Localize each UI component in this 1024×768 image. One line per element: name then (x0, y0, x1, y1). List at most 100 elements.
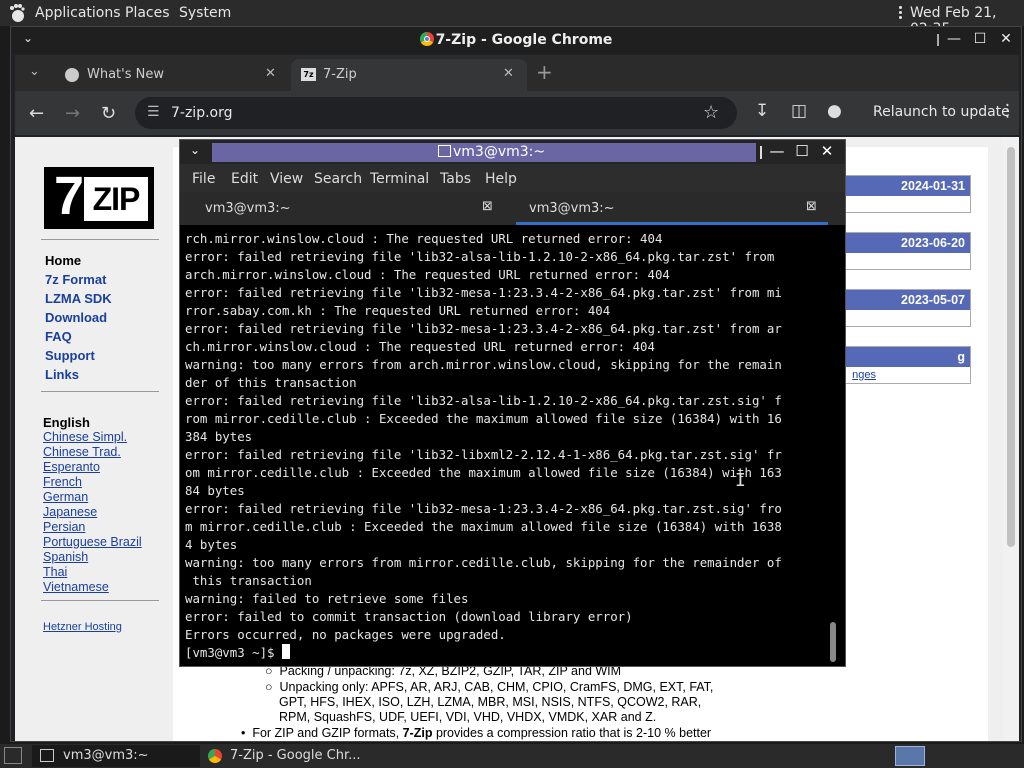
terminal-tab-strip: vm3@vm3:~ ⊠ vm3@vm3:~ ⊠ (180, 192, 845, 225)
terminal-line: der of this transaction (185, 375, 357, 390)
lang-persian[interactable]: Persian (43, 520, 85, 534)
nav-home[interactable]: Home (45, 253, 81, 268)
bullet-text: For ZIP and GZIP formats, (252, 726, 403, 740)
news-box: 2023-06-20 (843, 232, 971, 270)
lang-french[interactable]: French (43, 475, 82, 489)
terminal-window-title: vm3@vm3:~ (438, 144, 545, 160)
titlebar-separator (760, 146, 762, 159)
news-box: g nges (843, 346, 971, 384)
bullet-bold: 7-Zip (402, 726, 433, 740)
system-menu[interactable]: System (179, 5, 231, 21)
places-menu[interactable]: Places (125, 5, 170, 21)
forward-arrow-icon[interactable]: → (65, 103, 80, 124)
nav-lzma-sdk[interactable]: LZMA SDK (45, 291, 112, 306)
menu-view[interactable]: View (270, 171, 303, 187)
minimize-icon[interactable]: — (768, 142, 786, 160)
nav-7z-format[interactable]: 7z Format (45, 272, 106, 287)
tab-search-icon[interactable]: ⌄ (29, 64, 40, 79)
chrome-icon (419, 32, 434, 46)
gnome-foot-icon[interactable] (8, 3, 26, 23)
menu-file[interactable]: File (192, 171, 215, 187)
nav-links[interactable]: Links (45, 367, 79, 382)
address-bar[interactable]: ☰ 7-zip.org ☆ (135, 97, 737, 129)
reload-icon[interactable]: ↻ (101, 103, 116, 124)
bottom-panel: vm3@vm3:~ 7-Zip - Google Chr... (0, 744, 1024, 768)
nav-faq[interactable]: FAQ (45, 329, 72, 344)
profile-icon[interactable]: ● (827, 101, 842, 121)
text-cursor (281, 644, 290, 659)
url-text[interactable]: 7-zip.org (171, 105, 233, 121)
lang-thai[interactable]: Thai (43, 565, 67, 579)
terminal-line: rror.sabay.com.kh : The requested URL re… (185, 303, 611, 318)
menu-search[interactable]: Search (314, 171, 362, 187)
lang-spanish[interactable]: Spanish (43, 550, 88, 564)
terminal-scrollbar[interactable] (830, 622, 836, 662)
lang-chinese-simpl[interactable]: Chinese Simpl. (43, 430, 127, 444)
nav-download[interactable]: Download (45, 310, 107, 325)
text-cursor-icon: I (735, 470, 746, 491)
terminal-icon (40, 749, 54, 762)
titlebar-separator (937, 34, 939, 46)
close-tab-icon[interactable]: ✕ (503, 66, 514, 81)
nav-support[interactable]: Support (45, 348, 95, 363)
terminal-prompt[interactable]: [vm3@vm3 ~]$ (185, 644, 825, 660)
chrome-titlebar[interactable]: ⌄ 7-Zip - Google Chrome — ☐ ✕ (11, 27, 1021, 53)
lang-portuguese-brazil[interactable]: Portuguese Brazil (43, 535, 142, 549)
language-heading: English (43, 415, 90, 430)
terminal-titlebar[interactable]: ⌄ vm3@vm3:~ — ☐ ✕ (180, 140, 845, 164)
news-link[interactable]: nges (852, 369, 876, 381)
terminal-tab[interactable]: vm3@vm3:~ ⊠ (180, 192, 502, 225)
tab-whats-new[interactable]: What's New ✕ (55, 59, 285, 91)
menu-terminal[interactable]: Terminal (370, 171, 429, 187)
lang-japanese[interactable]: Japanese (43, 505, 97, 519)
workspace-switcher[interactable] (895, 746, 925, 766)
lang-esperanto[interactable]: Esperanto (43, 460, 100, 474)
close-tab-icon[interactable]: ✕ (265, 66, 276, 81)
lang-vietnamese[interactable]: Vietnamese (43, 580, 109, 594)
scrollbar-thumb[interactable] (1007, 147, 1015, 547)
relaunch-to-update-button[interactable]: Relaunch to update (873, 104, 1010, 120)
side-panel-icon[interactable]: ◫ (791, 101, 807, 121)
maximize-icon[interactable]: ☐ (793, 142, 811, 160)
lang-german[interactable]: German (43, 490, 88, 504)
hetzner-hosting-link[interactable]: Hetzner Hosting (43, 621, 122, 633)
menu-edit[interactable]: Edit (231, 171, 258, 187)
terminal-line: error: failed retrieving file 'lib32-mes… (185, 501, 782, 516)
terminal-tab-active[interactable]: vm3@vm3:~ ⊠ (516, 192, 828, 225)
terminal-line: error: failed retrieving file 'lib32-mes… (185, 321, 782, 336)
tab-label: vm3@vm3:~ (529, 201, 615, 216)
applications-menu[interactable]: Applications (35, 5, 121, 21)
taskbar-item-terminal[interactable]: vm3@vm3:~ (32, 745, 200, 767)
download-icon[interactable]: ↧ (755, 101, 769, 121)
divider (41, 600, 159, 601)
tab-strip: ⌄ What's New ✕ 7z 7-Zip ✕ + (15, 55, 1019, 91)
more-vert-icon[interactable]: ⋮ (999, 101, 1016, 121)
bookmark-star-icon[interactable]: ☆ (703, 102, 719, 123)
back-arrow-icon[interactable]: ← (29, 103, 44, 124)
close-icon[interactable]: ✕ (997, 30, 1015, 48)
show-desktop-icon[interactable] (4, 747, 22, 764)
terminal-icon (438, 145, 451, 157)
terminal-line: error: failed retrieving file 'lib32-lib… (185, 447, 782, 462)
lang-chinese-trad[interactable]: Chinese Trad. (43, 445, 121, 459)
close-tab-icon[interactable]: ⊠ (806, 199, 817, 214)
site-info-icon[interactable]: ☰ (147, 104, 160, 120)
bullet-text: GPT, HFS, IHEX, ISO, LZH, LZMA, MBR, MSI… (279, 695, 702, 709)
menu-tabs[interactable]: Tabs (440, 171, 471, 187)
maximize-icon[interactable]: ☐ (971, 30, 989, 48)
panel-menu-icon[interactable] (899, 6, 903, 20)
terminal-output[interactable]: rch.mirror.winslow.cloud : The requested… (185, 230, 825, 660)
taskbar-item-chrome[interactable]: 7-Zip - Google Chr... (204, 745, 424, 767)
new-tab-icon[interactable]: + (536, 60, 553, 84)
window-menu-icon[interactable]: ⌄ (190, 143, 200, 157)
close-tab-icon[interactable]: ⊠ (482, 199, 493, 214)
close-icon[interactable]: ✕ (818, 142, 836, 160)
menu-help[interactable]: Help (485, 171, 517, 187)
page-scrollbar[interactable] (1003, 137, 1019, 741)
taskbar-label: 7-Zip - Google Chr... (230, 748, 361, 763)
tab-7zip[interactable]: 7z 7-Zip ✕ (291, 59, 527, 91)
7zip-logo: 7 ZIP (44, 166, 154, 229)
content-bullet: ○ Unpacking only: APFS, AR, ARJ, CAB, CH… (265, 680, 714, 694)
minimize-icon[interactable]: — (945, 30, 963, 48)
news-heading-partial: g (844, 347, 970, 367)
